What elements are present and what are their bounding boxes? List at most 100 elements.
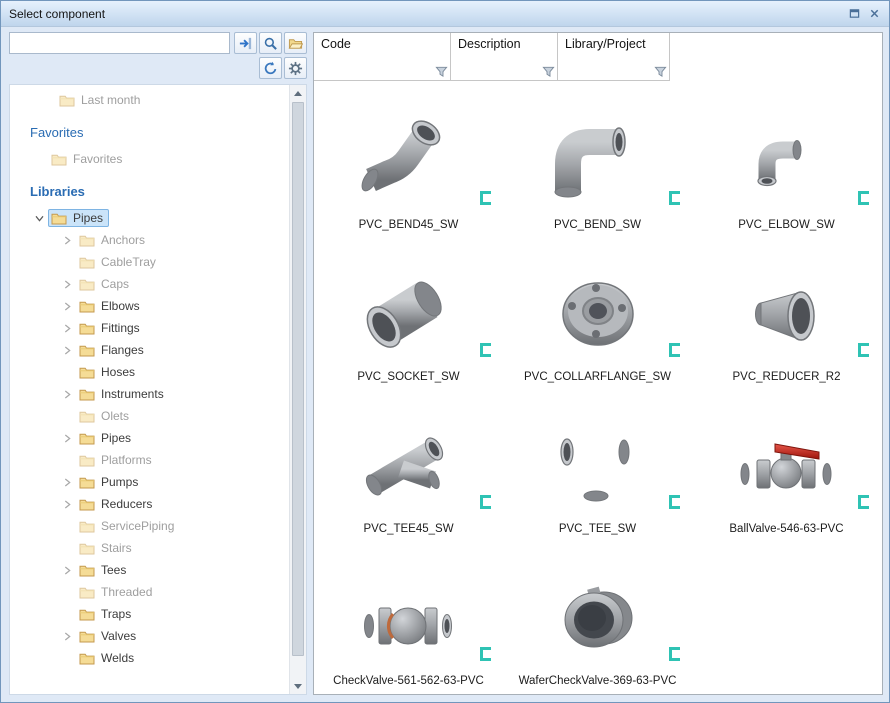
- tree-item-label: Favorites: [73, 152, 122, 166]
- chevron-right-icon[interactable]: [58, 280, 76, 289]
- component-grid: PVC_BEND45_SWPVC_BEND_SWPVC_ELBOW_SWPVC_…: [314, 81, 882, 694]
- column-header-description[interactable]: Description: [451, 33, 558, 81]
- select-component-window: Select component Last monthFavoritesFavo…: [0, 0, 890, 703]
- component-badge: [669, 191, 680, 205]
- tree-item-tees[interactable]: Tees: [10, 559, 289, 581]
- filter-button[interactable]: [540, 63, 556, 79]
- component-BallValve-546-63-PVC[interactable]: BallValve-546-63-PVC: [692, 389, 881, 541]
- component-PVC_ELBOW_SW[interactable]: PVC_ELBOW_SW: [692, 85, 881, 237]
- tree-item-traps[interactable]: Traps: [10, 603, 289, 625]
- tree-item-olets[interactable]: Olets: [10, 405, 289, 427]
- tree-node: Threaded: [76, 583, 158, 601]
- titlebar[interactable]: Select component: [1, 1, 889, 27]
- tree-item-hoses[interactable]: Hoses: [10, 361, 289, 383]
- chevron-down-icon[interactable]: [30, 215, 48, 222]
- component-badge: [858, 343, 869, 357]
- search-input[interactable]: [9, 32, 230, 54]
- search-button[interactable]: [259, 32, 282, 54]
- component-thumbnail: [532, 563, 664, 673]
- close-button[interactable]: [866, 6, 883, 22]
- chevron-right-icon[interactable]: [58, 632, 76, 641]
- tree-item-pipes[interactable]: Pipes: [10, 427, 289, 449]
- chevron-right-icon[interactable]: [58, 346, 76, 355]
- chevron-right-icon[interactable]: [58, 478, 76, 487]
- search-icon: [263, 36, 278, 51]
- filter-button[interactable]: [433, 63, 449, 79]
- tree-node: Valves: [76, 627, 142, 645]
- tree-node: Favorites: [48, 150, 128, 168]
- tree-item-label: Welds: [101, 651, 134, 665]
- scroll-down-button[interactable]: [290, 678, 306, 694]
- tree-item-caps[interactable]: Caps: [10, 273, 289, 295]
- go-button[interactable]: [234, 32, 257, 54]
- scrollbar-track[interactable]: [290, 101, 306, 678]
- tree-node: Olets: [76, 407, 135, 425]
- tree-node: Reducers: [76, 495, 158, 513]
- component-PVC_BEND_SW[interactable]: PVC_BEND_SW: [503, 85, 692, 237]
- tree-item-label: Platforms: [101, 453, 152, 467]
- component-thumbnail: [343, 411, 475, 521]
- socket-icon: [348, 264, 470, 364]
- component-code-label: PVC_COLLARFLANGE_SW: [524, 371, 671, 383]
- filter-button[interactable]: [652, 63, 668, 79]
- tree-item-fittings[interactable]: Fittings: [10, 317, 289, 339]
- scroll-up-icon: [294, 91, 302, 96]
- chevron-right-icon[interactable]: [58, 390, 76, 399]
- refresh-button[interactable]: [259, 57, 282, 79]
- component-badge: [858, 191, 869, 205]
- folder-icon: [79, 652, 95, 665]
- tree-item-label: Instruments: [101, 387, 164, 401]
- open-library-button[interactable]: [284, 32, 307, 54]
- component-list-panel: Code DescriptionLibrary/Project PVC_BEND4…: [313, 32, 883, 695]
- tree-item-threaded[interactable]: Threaded: [10, 581, 289, 603]
- tree-node: Tees: [76, 561, 132, 579]
- dock-button[interactable]: [846, 6, 863, 22]
- chevron-right-icon[interactable]: [58, 500, 76, 509]
- column-header-label: Code: [321, 37, 351, 51]
- scroll-up-button[interactable]: [290, 85, 306, 101]
- tree-item-flanges[interactable]: Flanges: [10, 339, 289, 361]
- tree-item-anchors[interactable]: Anchors: [10, 229, 289, 251]
- tree-item-last-month[interactable]: Last month: [10, 89, 289, 111]
- tree-scrollbar[interactable]: [289, 85, 306, 694]
- tree-node: ServicePiping: [76, 517, 180, 535]
- component-PVC_REDUCER_R2[interactable]: PVC_REDUCER_R2: [692, 237, 881, 389]
- funnel-icon: [435, 65, 448, 78]
- column-header-code[interactable]: Code: [314, 33, 451, 81]
- component-badge: [669, 647, 680, 661]
- tree-item-pipes[interactable]: Pipes: [10, 207, 289, 229]
- settings-button[interactable]: [284, 57, 307, 79]
- tree-item-servicepiping[interactable]: ServicePiping: [10, 515, 289, 537]
- chevron-right-icon[interactable]: [58, 324, 76, 333]
- component-PVC_SOCKET_SW[interactable]: PVC_SOCKET_SW: [314, 237, 503, 389]
- tree-item-label: Olets: [101, 409, 129, 423]
- tree-item-reducers[interactable]: Reducers: [10, 493, 289, 515]
- tree-item-instruments[interactable]: Instruments: [10, 383, 289, 405]
- chevron-right-icon[interactable]: [58, 302, 76, 311]
- chevron-right-icon[interactable]: [58, 236, 76, 245]
- tree-item-valves[interactable]: Valves: [10, 625, 289, 647]
- tree-item-favorites[interactable]: Favorites: [10, 148, 289, 170]
- component-PVC_TEE45_SW[interactable]: PVC_TEE45_SW: [314, 389, 503, 541]
- tree-item-stairs[interactable]: Stairs: [10, 537, 289, 559]
- tree-node: Instruments: [76, 385, 170, 403]
- tree-item-elbows[interactable]: Elbows: [10, 295, 289, 317]
- checkvalve-icon: [348, 568, 470, 668]
- scrollbar-thumb[interactable]: [292, 102, 304, 656]
- component-PVC_BEND45_SW[interactable]: PVC_BEND45_SW: [314, 85, 503, 237]
- chevron-right-icon[interactable]: [58, 434, 76, 443]
- component-code-label: PVC_TEE45_SW: [363, 523, 453, 535]
- chevron-right-icon[interactable]: [58, 566, 76, 575]
- column-header-library-project[interactable]: Library/Project: [558, 33, 670, 81]
- component-PVC_TEE_SW[interactable]: PVC_TEE_SW: [503, 389, 692, 541]
- component-PVC_COLLARFLANGE_SW[interactable]: PVC_COLLARFLANGE_SW: [503, 237, 692, 389]
- component-WaferCheckValve-369-63-PVC[interactable]: WaferCheckValve-369-63-PVC: [503, 541, 692, 693]
- library-tree-panel: Last monthFavoritesFavoritesLibrariesPip…: [9, 84, 307, 695]
- tree-item-welds[interactable]: Welds: [10, 647, 289, 669]
- tee-icon: [537, 416, 659, 516]
- folder-icon: [79, 234, 95, 247]
- component-CheckValve-561-562-63-PVC[interactable]: CheckValve-561-562-63-PVC: [314, 541, 503, 693]
- tree-item-pumps[interactable]: Pumps: [10, 471, 289, 493]
- tree-item-platforms[interactable]: Platforms: [10, 449, 289, 471]
- tree-item-cabletray[interactable]: CableTray: [10, 251, 289, 273]
